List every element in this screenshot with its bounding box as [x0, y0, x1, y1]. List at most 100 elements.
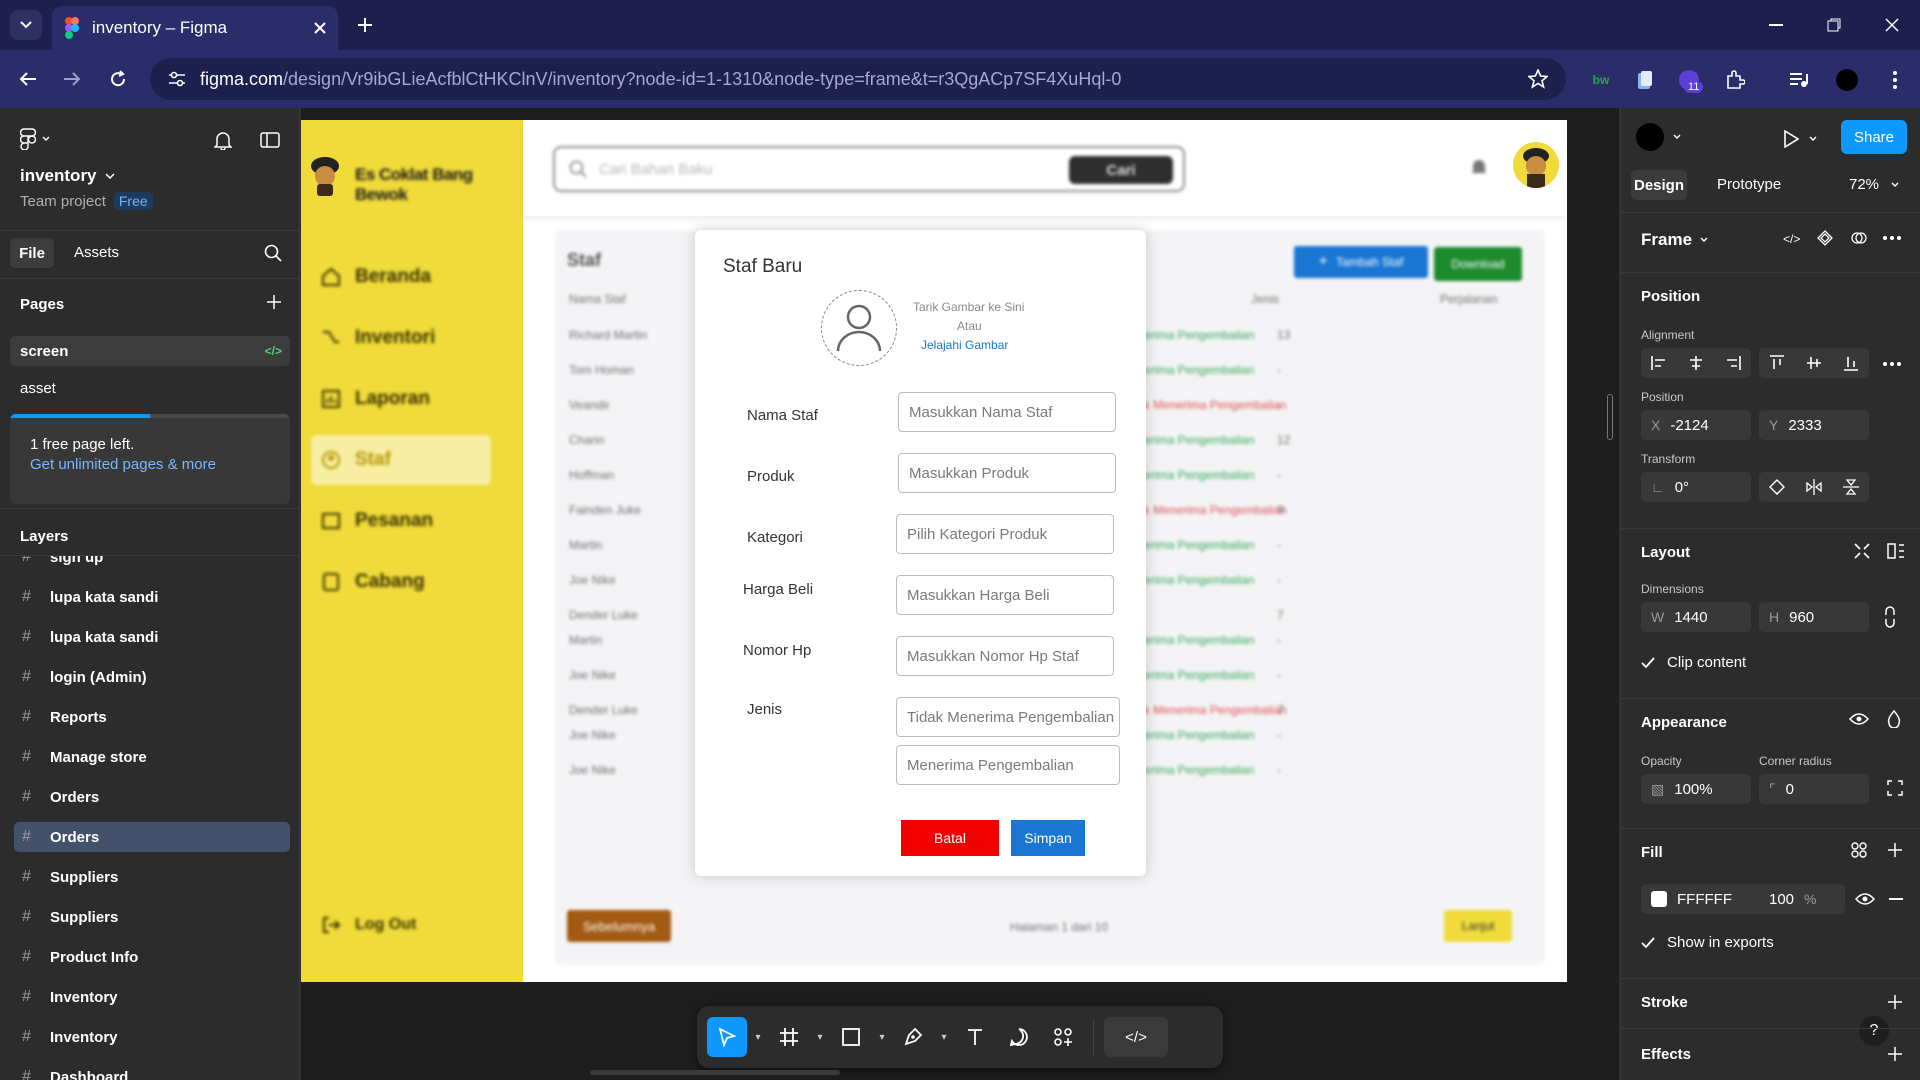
restore-button[interactable] [1814, 12, 1854, 38]
layer-item[interactable]: # Inventory [14, 1022, 290, 1052]
produk-input[interactable]: Masukkan Produk [898, 453, 1116, 493]
layer-item[interactable]: # Reports [14, 702, 290, 732]
search-input[interactable]: Cari Bahan Baku Cari [553, 146, 1185, 192]
design-frame[interactable]: Es Coklat Bang Bewok Beranda Inventori L… [301, 120, 1567, 982]
comment-tool[interactable] [999, 1017, 1039, 1057]
component-icon[interactable] [1817, 230, 1833, 246]
opacity-field[interactable]: ▧ 100% [1641, 774, 1751, 804]
add-page-icon[interactable] [266, 294, 282, 310]
share-button[interactable]: Share [1841, 120, 1907, 154]
bookmark-star-icon[interactable] [1528, 69, 1548, 89]
extensions-puzzle-icon[interactable] [1722, 67, 1748, 93]
layer-item[interactable]: # Product Info [14, 942, 290, 972]
tab-design[interactable]: Design [1631, 170, 1687, 200]
close-icon[interactable] [314, 22, 326, 34]
extension-badge-icon[interactable]: 11 [1676, 67, 1704, 93]
independent-corners-icon[interactable] [1887, 780, 1903, 796]
pen-tool[interactable] [893, 1017, 933, 1057]
tab-prototype[interactable]: Prototype [1717, 176, 1781, 193]
extension-docs-icon[interactable] [1632, 67, 1658, 93]
tab-file[interactable]: File [10, 238, 54, 268]
user-avatar[interactable] [1513, 142, 1559, 188]
back-button[interactable] [12, 64, 44, 94]
vertical-scrollbar[interactable] [1607, 394, 1613, 440]
cancel-button[interactable]: Batal [901, 820, 999, 856]
photo-dropzone[interactable] [821, 290, 897, 366]
shape-tool[interactable] [831, 1017, 871, 1057]
file-name-menu[interactable]: inventory [20, 166, 115, 186]
profile-avatar[interactable] [1834, 67, 1860, 93]
next-page-button[interactable]: Lanjut [1444, 910, 1512, 942]
layer-item[interactable]: # Dashboard [14, 1062, 290, 1080]
zoom-menu[interactable]: 72% [1849, 176, 1899, 193]
nama-staf-input[interactable]: Masukkan Nama Staf [898, 392, 1116, 432]
blend-mode-icon[interactable] [1887, 710, 1901, 728]
frame-tool[interactable] [769, 1017, 809, 1057]
forward-button[interactable] [56, 64, 88, 94]
layer-item[interactable]: # Suppliers [14, 862, 290, 892]
dev-mode-toggle[interactable]: </> [1104, 1017, 1168, 1057]
layer-item[interactable]: # lupa kata sandi [14, 622, 290, 652]
nav-beranda[interactable]: Beranda [311, 252, 491, 302]
extension-grammar-icon[interactable]: bw [1588, 67, 1614, 93]
layer-item[interactable]: # lupa kata sandi [14, 582, 290, 612]
nav-staf[interactable]: Staf [311, 435, 491, 485]
layer-item[interactable]: # login (Admin) [14, 662, 290, 692]
nomor-hp-input[interactable]: Masukkan Nomor Hp Staf [896, 636, 1114, 676]
clip-content-checkbox[interactable]: Clip content [1641, 654, 1746, 671]
chevron-down-icon[interactable]: ▾ [751, 1017, 765, 1057]
site-settings-icon[interactable] [168, 71, 186, 87]
more-icon[interactable] [1883, 362, 1901, 366]
page-item-asset[interactable]: asset [20, 380, 56, 397]
browser-tab[interactable]: inventory – Figma [52, 6, 338, 50]
align-center-icon[interactable] [1688, 356, 1704, 370]
present-button[interactable] [1783, 130, 1817, 148]
upsell-link[interactable]: Get unlimited pages & more [30, 456, 216, 473]
mask-icon[interactable] [1851, 230, 1867, 246]
add-effect-icon[interactable] [1887, 1046, 1903, 1062]
toggle-sidebar-icon[interactable] [260, 132, 280, 148]
rotation-field[interactable]: ∟ 0° [1641, 472, 1751, 502]
canvas-scrollbar[interactable] [590, 1070, 840, 1075]
constrain-proportions-icon[interactable] [1883, 606, 1897, 628]
y-position-field[interactable]: Y 2333 [1759, 410, 1869, 440]
flip-horizontal-icon[interactable] [1806, 479, 1822, 495]
layer-item[interactable]: # Inventory [14, 982, 290, 1012]
jenis-option-menerima[interactable]: Menerima Pengembalian [896, 745, 1120, 785]
bell-icon[interactable] [1471, 158, 1487, 176]
add-fill-icon[interactable] [1887, 842, 1903, 858]
nav-laporan[interactable]: Laporan [311, 374, 491, 424]
browser-menu-icon[interactable] [1882, 67, 1908, 93]
x-position-field[interactable]: X -2124 [1641, 410, 1751, 440]
collapse-layout-icon[interactable] [1853, 542, 1871, 560]
figma-main-menu[interactable] [20, 128, 50, 150]
remove-fill-icon[interactable] [1889, 898, 1903, 900]
new-tab-button[interactable] [350, 12, 380, 38]
chevron-down-icon[interactable]: ▾ [875, 1017, 889, 1057]
height-field[interactable]: H 960 [1759, 602, 1869, 632]
jenis-option-tidak[interactable]: Tidak Menerima Pengembalian [896, 697, 1120, 737]
frame-type-menu[interactable]: Frame [1641, 230, 1708, 250]
align-middle-icon[interactable] [1806, 355, 1821, 371]
auto-layout-icon[interactable] [1887, 542, 1905, 560]
search-button[interactable]: Cari [1069, 156, 1173, 184]
chevron-down-icon[interactable]: ▾ [813, 1017, 827, 1057]
text-tool[interactable] [955, 1017, 995, 1057]
minimize-button[interactable] [1756, 12, 1796, 38]
multiplayer-avatar[interactable] [1635, 122, 1681, 152]
reload-button[interactable] [102, 64, 134, 94]
color-swatch[interactable] [1651, 891, 1667, 907]
layer-item[interactable]: # Suppliers [14, 902, 290, 932]
tab-search-button[interactable] [10, 10, 42, 40]
fill-color-field[interactable]: FFFFFF 100 % [1641, 884, 1845, 914]
layer-item[interactable]: # sign up [14, 556, 290, 572]
align-bottom-icon[interactable] [1843, 355, 1858, 371]
search-icon[interactable] [264, 244, 282, 262]
more-icon[interactable] [1883, 236, 1901, 240]
media-control-icon[interactable] [1786, 67, 1812, 93]
url-field[interactable]: figma.com/design/Vr9ibGLieAcfblCtHKClnV/… [150, 58, 1566, 100]
flip-vertical-icon[interactable] [1842, 479, 1859, 495]
eye-icon[interactable] [1849, 712, 1869, 726]
nav-inventori[interactable]: Inventori [311, 313, 491, 363]
save-button[interactable]: Simpan [1011, 820, 1085, 856]
